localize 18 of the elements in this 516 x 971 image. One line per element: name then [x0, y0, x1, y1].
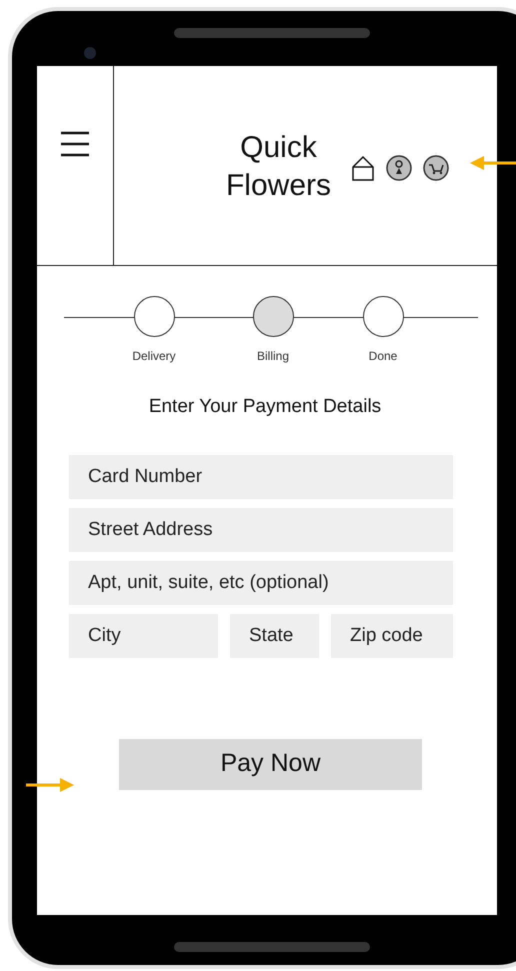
input-field[interactable]: Street Address [69, 508, 453, 552]
pay-now-button[interactable]: Pay Now [119, 738, 422, 790]
app-title: Quick Flowers [224, 130, 332, 204]
input-field[interactable]: City [69, 614, 218, 658]
arrow-drawing [26, 778, 74, 792]
cart-icon[interactable] [423, 154, 449, 180]
menu-icon[interactable] [61, 130, 89, 158]
step-label: Done [368, 348, 398, 365]
input-field[interactable]: Zip code [331, 614, 453, 658]
form-heading: Enter Your Payment Details [148, 395, 382, 419]
user-icon[interactable] [386, 154, 412, 180]
step-label: Delivery [132, 348, 176, 365]
input-field[interactable]: State [230, 614, 319, 658]
input-field[interactable]: Apt, unit, suite, etc (optional) [69, 560, 453, 604]
step-label: Billing [256, 348, 289, 365]
home-icon[interactable] [351, 154, 375, 182]
input-field[interactable]: Card Number [69, 454, 453, 498]
arrow-drawing [470, 156, 516, 170]
